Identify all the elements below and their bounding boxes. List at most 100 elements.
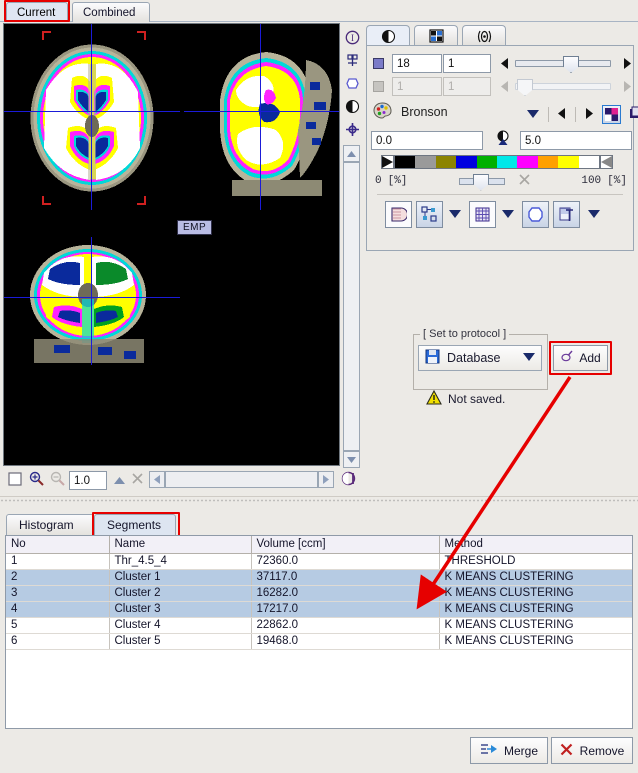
cell-volume: 22862.0	[251, 617, 440, 634]
viewport-scroll-down-button[interactable]	[343, 451, 360, 468]
palette-next-arrow-icon[interactable]	[585, 107, 593, 122]
fit-window-icon[interactable]	[8, 472, 22, 489]
table-row[interactable]: 4 Cluster 3 17217.0 K MEANS CLUSTERING	[6, 601, 632, 618]
image-hscrollbar-track[interactable]	[165, 471, 318, 488]
annotate-icon-button[interactable]	[553, 201, 580, 228]
contrast-icon[interactable]	[343, 97, 361, 115]
table-row[interactable]: 2 Cluster 1 37117.0 K MEANS CLUSTERING	[6, 569, 632, 586]
slice-step-input[interactable]: 1	[443, 54, 491, 73]
percent-reset-close-x-icon[interactable]	[519, 174, 530, 188]
zoom-out-icon[interactable]	[50, 471, 65, 489]
zoom-level-input[interactable]: 1.0	[69, 471, 107, 490]
table-row[interactable]: 6 Cluster 5 19468.0 K MEANS CLUSTERING	[6, 633, 632, 650]
slice-prev-button[interactable]	[498, 56, 511, 71]
grid-mask-icon-button[interactable]	[469, 201, 496, 228]
table-row[interactable]: 3 Cluster 2 16282.0 K MEANS CLUSTERING	[6, 585, 632, 602]
image-canvas[interactable]: EMP	[4, 24, 339, 465]
secondary-index-input: 1	[392, 77, 442, 96]
table-row[interactable]: 5 Cluster 4 22862.0 K MEANS CLUSTERING	[6, 617, 632, 634]
remove-button[interactable]: Remove	[551, 737, 633, 764]
warning-icon	[426, 389, 442, 408]
column-header-name[interactable]: Name	[109, 536, 252, 554]
cell-method: THRESHOLD	[439, 553, 632, 570]
color-bar[interactable]	[394, 155, 600, 169]
threshold-shape-icon-button[interactable]	[385, 201, 412, 228]
add-protocol-button[interactable]: Add	[553, 345, 608, 371]
panel-splitter[interactable]	[0, 496, 638, 504]
percent-slider[interactable]	[458, 173, 505, 191]
segments-table-container[interactable]: No Name Volume [ccm] Method 1 Thr_4.5_4 72…	[5, 535, 633, 729]
corner-marker-top-left	[42, 31, 51, 40]
layout-grid-icon	[428, 29, 444, 43]
color-bar-left-cap[interactable]	[381, 155, 394, 169]
axial-crosshair-vertical	[91, 24, 92, 210]
slice-next-button[interactable]	[620, 56, 633, 71]
image-hscroll-left-button[interactable]	[149, 471, 165, 488]
cluster-menu-chevron-down-icon[interactable]	[449, 209, 461, 221]
tab-combined[interactable]: Combined	[72, 2, 150, 22]
tab-histogram[interactable]: Histogram	[6, 514, 94, 535]
column-header-method[interactable]: Method	[439, 536, 632, 554]
threshold-max-input[interactable]: 5.0	[520, 131, 632, 150]
slice-color-swatch[interactable]	[373, 58, 384, 69]
threshold-min-input[interactable]: 0.0	[371, 131, 483, 150]
secondary-slider	[515, 79, 611, 96]
merge-button[interactable]: Merge	[470, 737, 548, 764]
contrast-drop-icon[interactable]	[495, 130, 511, 151]
percent-max-unit: [%]	[607, 175, 627, 187]
protocol-target-label: Database	[447, 351, 501, 365]
invert-palette-icon[interactable]	[602, 105, 621, 124]
contour-icon-button[interactable]	[522, 201, 549, 228]
copy-palette-icon[interactable]	[629, 106, 638, 124]
sagittal-crosshair-horizontal	[184, 111, 339, 112]
tab-contrast-panel[interactable]	[366, 25, 410, 46]
zoom-in-icon[interactable]	[29, 471, 44, 489]
collapse-icon[interactable]	[114, 475, 125, 487]
image-hscroll-right-button[interactable]	[318, 471, 334, 488]
cell-no: 5	[6, 617, 110, 634]
cell-method: K MEANS CLUSTERING	[439, 569, 632, 586]
protocol-combo-chevron-down-icon[interactable]	[523, 352, 535, 364]
tab-layout-panel[interactable]	[414, 25, 458, 46]
cell-method: K MEANS CLUSTERING	[439, 633, 632, 650]
palette-icon[interactable]	[373, 102, 392, 122]
probe-tool-icon[interactable]	[343, 51, 361, 69]
protocol-target-combo[interactable]: Database	[418, 345, 542, 371]
cell-method: K MEANS CLUSTERING	[439, 601, 632, 618]
display-control-panel: 18 1 1 1 Bronson 0.0 5.0 0 [%] 100 [%]	[366, 25, 638, 251]
cine-icon[interactable]	[341, 471, 358, 489]
slice-slider[interactable]	[515, 56, 611, 73]
cell-volume: 16282.0	[251, 585, 440, 602]
results-tab-bar: Histogram Segments	[4, 512, 244, 538]
cell-volume: 17217.0	[251, 601, 440, 618]
secondary-color-swatch	[373, 81, 384, 92]
tab-current[interactable]: Current	[6, 2, 68, 22]
emp-overlay-label[interactable]: EMP	[177, 220, 213, 235]
polygon-region-icon[interactable]	[343, 74, 361, 92]
table-row[interactable]: 1 Thr_4.5_4 72360.0 THRESHOLD	[6, 553, 632, 570]
percent-slider-thumb[interactable]	[472, 173, 489, 191]
tab-segments[interactable]: Segments	[94, 514, 176, 535]
annotate-menu-chevron-down-icon[interactable]	[588, 209, 600, 221]
contrast-icon	[381, 29, 395, 43]
slice-slider-thumb[interactable]	[563, 56, 579, 73]
top-tab-bar: Current Combined	[0, 0, 638, 22]
slice-index-input[interactable]: 18	[392, 54, 442, 73]
column-header-volume[interactable]: Volume [ccm]	[251, 536, 440, 554]
segments-table: No Name Volume [ccm] Method 1 Thr_4.5_4 72…	[6, 536, 632, 650]
cluster-icon-button[interactable]	[416, 201, 443, 228]
close-icon[interactable]	[132, 473, 143, 487]
axial-slice-image	[30, 44, 154, 192]
column-header-no[interactable]: No	[6, 536, 110, 554]
palette-dropdown-chevron-down-icon[interactable]	[527, 109, 539, 121]
tab-fusion-panel[interactable]	[462, 25, 506, 46]
info-circle-icon[interactable]: I	[343, 28, 361, 46]
grid-menu-chevron-down-icon[interactable]	[502, 209, 514, 221]
crosshair-icon[interactable]	[343, 120, 361, 138]
palette-prev-arrow-icon[interactable]	[558, 107, 566, 122]
viewport-scrollbar-track[interactable]	[343, 162, 360, 451]
viewport-scroll-up-button[interactable]	[343, 145, 360, 162]
color-bar-right-cap[interactable]	[600, 155, 613, 169]
image-viewport[interactable]: EMP	[3, 23, 340, 466]
coronal-crosshair-vertical	[91, 237, 92, 365]
